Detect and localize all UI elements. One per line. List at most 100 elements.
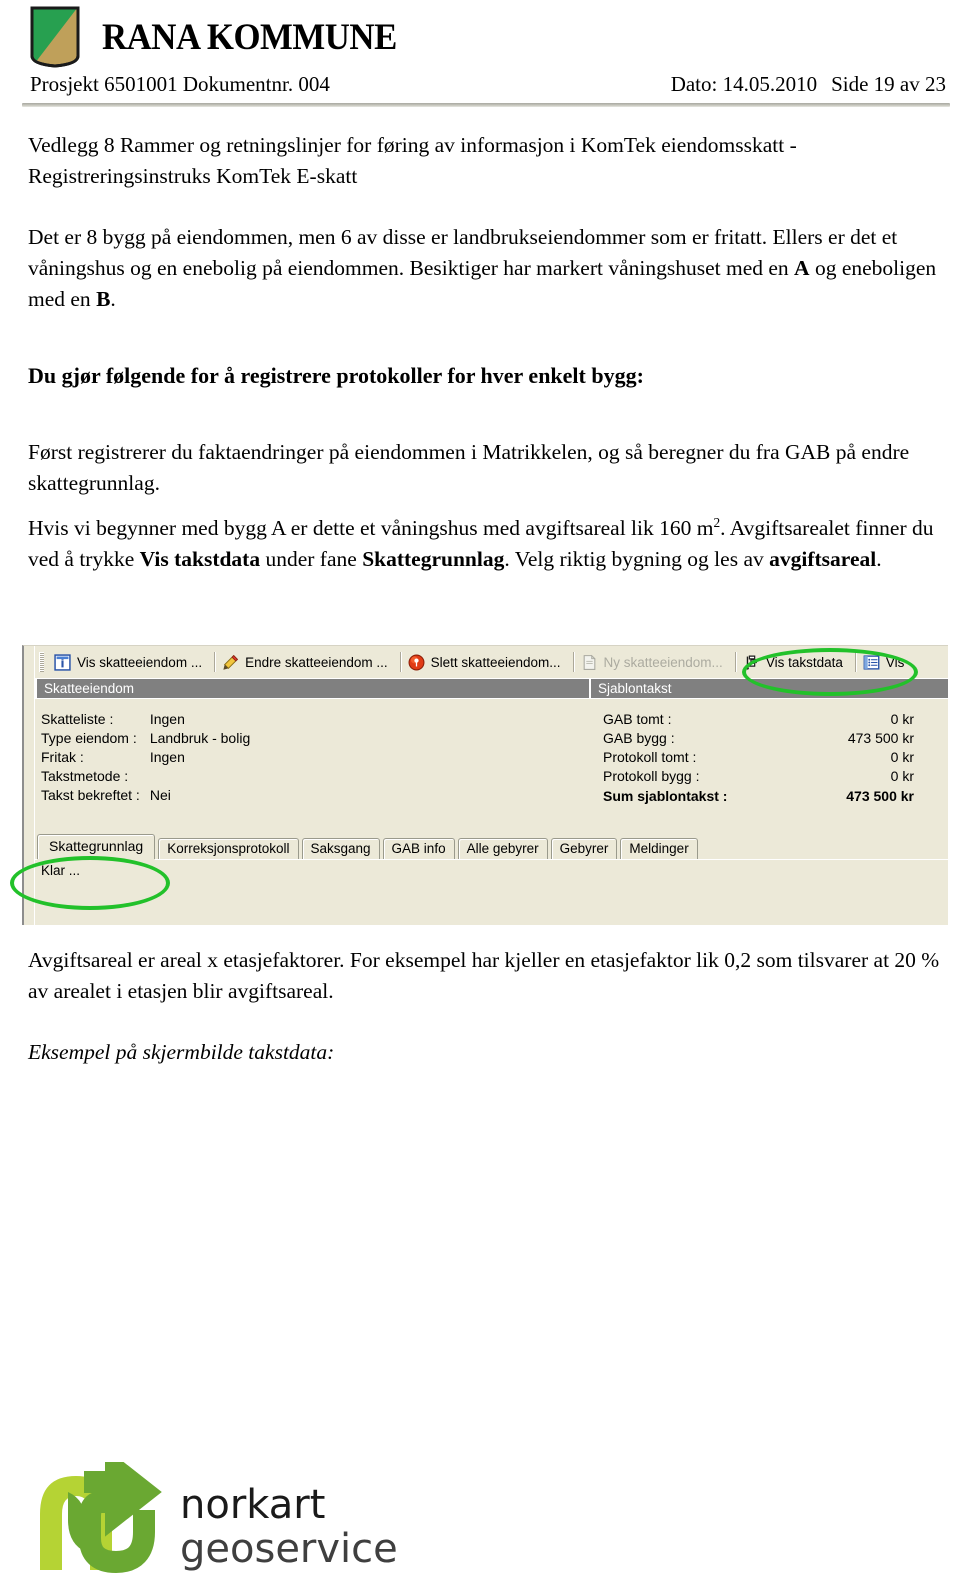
toolbar-separator — [214, 652, 216, 672]
field-label: Skatteliste : — [41, 710, 114, 727]
p3-t3: under fane — [260, 547, 363, 571]
toolbar-button-endre-skatteeiendom[interactable]: Endre skatteeiendom ... — [218, 649, 397, 675]
rana-kommune-crest-icon — [30, 6, 80, 68]
toolbar-button-vis-takstdata[interactable]: Vis takstdata — [739, 649, 852, 675]
header-divider — [22, 103, 950, 107]
field-label: Fritak : — [41, 748, 84, 765]
toolbar-label: Vis skatteeiendom ... — [77, 654, 203, 670]
heading-registrere-protokoller: Du gjør følgende for å registrere protok… — [28, 363, 644, 388]
table-row: Takstmetode : — [41, 766, 250, 785]
doc-meta-right: Dato: 14.05.2010 Side 19 av 23 — [671, 72, 946, 97]
paragraph-1: Det er 8 bygg på eiendommen, men 6 av di… — [28, 222, 942, 315]
tab-strip: Skattegrunnlag Korreksjonsprotokoll Saks… — [35, 832, 948, 859]
kommune-name: RANA KOMMUNE — [102, 16, 397, 58]
application-window: Vis skatteeiendom ... Endre skatteeiendo… — [34, 646, 948, 925]
toolbar-separator — [854, 652, 856, 672]
document-title-line-1: Vedlegg 8 Rammer og retningslinjer for f… — [28, 133, 797, 157]
info-icon — [54, 653, 71, 671]
p1-t3: . — [110, 287, 116, 311]
document-title-line-2: Registreringsinstruks KomTek E-skatt — [28, 164, 358, 188]
tab-saksgang[interactable]: Saksgang — [301, 838, 380, 859]
p1-t1: Det er 8 bygg på eiendommen, men 6 av di… — [28, 225, 898, 280]
field-value: 0 kr — [890, 710, 914, 727]
toolbar-label: Vis — [885, 654, 905, 670]
toolbar-label: Endre skatteeiendom ... — [245, 654, 388, 670]
field-value: Landbruk - bolig — [149, 729, 251, 746]
field-value: 473 500 kr — [847, 729, 914, 746]
table-row: Protokoll bygg : 0 kr — [603, 766, 914, 785]
tab-gebyrer[interactable]: Gebyrer — [550, 838, 618, 859]
status-bar: Klar ... — [35, 859, 948, 881]
p3-t4: . Velg riktig bygning og les av — [504, 547, 770, 571]
toolbar-button-ny-skatteeiendom[interactable]: Ny skatteeiendom... — [577, 649, 732, 675]
delete-icon — [408, 654, 425, 670]
toolbar-button-vis-skatteeiendom[interactable]: Vis skatteeiendom ... — [50, 649, 211, 675]
p1-bold-b: B — [96, 287, 111, 311]
list-icon — [863, 654, 880, 670]
document-date: Dato: 14.05.2010 — [670, 72, 818, 96]
project-number: Prosjekt 6501001 Dokumentnr. 004 — [30, 72, 330, 96]
table-row: Protokoll tomt : 0 kr — [603, 747, 914, 766]
toolbar-separator — [572, 652, 574, 672]
field-value: 0 kr — [890, 767, 914, 784]
paragraph-3: Hvis vi begynner med bygg A er dette et … — [28, 513, 942, 575]
toolbar-separator — [734, 652, 736, 672]
norkart-geoservice-logo: norkart geoservice — [28, 1462, 408, 1574]
logo-row: RANA KOMMUNE — [0, 0, 960, 68]
table-row: Takst bekreftet : Nei — [41, 785, 250, 804]
table-row-total: Sum sjablontakst : 473 500 kr — [603, 785, 914, 806]
toolbar-button-slett-skatteeiendom[interactable]: Slett skatteeiendom... — [404, 649, 570, 675]
sjablontakst-fields: GAB tomt : 0 kr GAB bygg : 473 500 kr Pr… — [603, 709, 914, 806]
panel-body: Skatteliste : Ingen Type eiendom : Landb… — [35, 698, 948, 832]
panel-sjablontakst: GAB tomt : 0 kr GAB bygg : 473 500 kr Pr… — [589, 699, 948, 832]
panel-skatteeiendom: Skatteliste : Ingen Type eiendom : Landb… — [35, 699, 589, 832]
skatteeiendom-fields: Skatteliste : Ingen Type eiendom : Landb… — [41, 709, 250, 804]
table-row: GAB bygg : 473 500 kr — [603, 728, 914, 747]
table-row: Skatteliste : Ingen — [41, 709, 250, 728]
caption-skjermbilde-takstdata: Eksempel på skjermbilde takstdata: — [28, 1040, 335, 1064]
logo-word-geoservice: geoservice — [180, 1526, 398, 1572]
toolbar-button-vis[interactable]: Vis — [859, 649, 914, 675]
tab-alle-gebyrer[interactable]: Alle gebyrer — [457, 838, 548, 859]
paragraph-4: Avgiftsareal er areal x etasjefaktorer. … — [28, 948, 940, 1003]
document-body: Vedlegg 8 Rammer og retningslinjer for f… — [0, 130, 960, 575]
section-header-bars: Skatteeiendom Sjablontakst — [35, 678, 948, 698]
tab-skattegrunnlag[interactable]: Skattegrunnlag — [37, 834, 156, 859]
takstdata-icon — [745, 655, 757, 670]
tab-gab-info[interactable]: GAB info — [382, 838, 455, 859]
pencil-icon — [223, 654, 239, 670]
p3-bold-avgiftsareal: avgiftsareal — [769, 547, 877, 571]
toolbar-separator — [399, 652, 401, 672]
field-label: Takst bekreftet : — [41, 786, 140, 803]
field-label: Protokoll tomt : — [603, 748, 697, 765]
toolbar: Vis skatteeiendom ... Endre skatteeiendo… — [35, 646, 948, 678]
table-row: Fritak : Ingen — [41, 747, 250, 766]
field-label-total: Sum sjablontakst : — [603, 788, 728, 804]
field-label: Protokoll bygg : — [603, 767, 700, 784]
field-value: Ingen — [149, 710, 185, 727]
field-value-total: 473 500 kr — [846, 788, 914, 804]
tab-korreksjonsprotokoll[interactable]: Korreksjonsprotokoll — [158, 838, 299, 859]
p3-bold-skattegrunnlag: Skattegrunnlag — [362, 547, 505, 571]
paragraph-2: Først registrerer du faktaendringer på e… — [28, 440, 910, 495]
page-header: RANA KOMMUNE Prosjekt 6501001 Dokumentnr… — [0, 0, 960, 107]
field-label: GAB bygg : — [603, 729, 675, 746]
table-row: Type eiendom : Landbruk - bolig — [41, 728, 250, 747]
field-label: Takstmetode : — [41, 767, 129, 784]
section-title-skatteeiendom: Skatteeiendom — [35, 679, 589, 698]
page-number: Side 19 av 23 — [831, 72, 946, 96]
p3-t1: Hvis vi begynner med bygg A er dette et … — [28, 516, 714, 540]
document-body-lower: Avgiftsareal er areal x etasjefaktorer. … — [0, 945, 960, 1068]
application-screenshot: Vis skatteeiendom ... Endre skatteeiendo… — [22, 645, 948, 925]
logo-mark-arrow — [79, 1462, 162, 1574]
new-doc-icon — [583, 654, 596, 670]
field-label: Type eiendom : — [41, 729, 137, 746]
p1-bold-a: A — [794, 256, 810, 280]
field-value: Nei — [149, 786, 171, 803]
field-value: 0 kr — [890, 748, 914, 765]
toolbar-grip-handle[interactable] — [39, 652, 44, 672]
toolbar-label: Slett skatteeiendom... — [430, 654, 561, 670]
field-value: Ingen — [149, 748, 185, 765]
section-title-sjablontakst: Sjablontakst — [589, 679, 948, 698]
tab-meldinger[interactable]: Meldinger — [620, 838, 698, 859]
